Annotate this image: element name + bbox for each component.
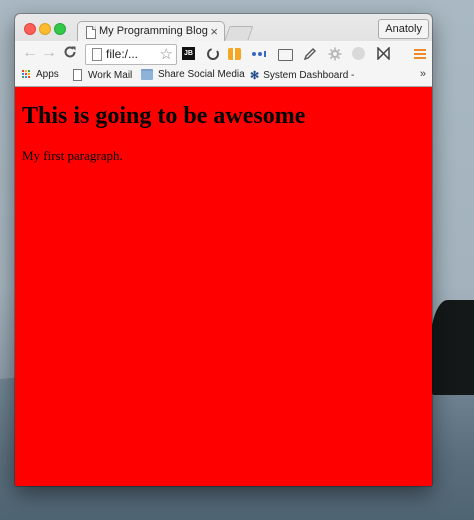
document-icon — [73, 69, 82, 81]
tab-strip: My Programming Blog × Anatoly — [15, 14, 432, 42]
bookmark-work-mail[interactable]: Work Mail — [73, 69, 132, 81]
back-arrow-icon[interactable]: ← — [22, 45, 38, 61]
menu-bar — [414, 53, 426, 55]
bookmark-share-social-media[interactable]: Share Social Media — [141, 69, 245, 80]
gear-glyph — [328, 47, 341, 60]
pencil-glyph — [303, 47, 316, 60]
gift-icon[interactable] — [228, 48, 241, 60]
bookmark-system-dashboard[interactable]: ✻ System Dashboard - — [250, 69, 354, 82]
page-paragraph: My first paragraph. — [22, 148, 123, 163]
forward-arrow-icon[interactable]: → — [41, 45, 57, 61]
dots-icon[interactable] — [250, 46, 270, 61]
bookmark-star-icon[interactable]: ☆ — [160, 45, 173, 63]
tab-my-programming-blog[interactable]: My Programming Blog × — [77, 21, 225, 42]
circle-icon[interactable] — [352, 47, 365, 60]
bookmark-label: Share Social Media — [158, 69, 245, 80]
window-minimize-button[interactable] — [39, 23, 51, 35]
dots-glyph — [252, 50, 266, 57]
pencil-icon[interactable] — [302, 46, 317, 61]
page-favicon-icon — [86, 26, 96, 39]
bookmark-label: Work Mail — [88, 69, 133, 81]
browser-chrome: My Programming Blog × Anatoly ← → file:/… — [15, 14, 432, 87]
profile-button[interactable]: Anatoly — [378, 19, 429, 39]
bookmarks-overflow-icon[interactable]: » — [420, 68, 426, 80]
browser-window: My Programming Blog × Anatoly ← → file:/… — [15, 14, 432, 486]
toolbar: ← → file:/... ☆ JB — [15, 41, 432, 66]
address-bar[interactable]: file:/... ☆ — [85, 44, 177, 65]
menu-bar — [414, 49, 426, 51]
window-maximize-button[interactable] — [54, 23, 66, 35]
reload-icon[interactable] — [63, 45, 77, 63]
hamburger-icon[interactable] — [414, 49, 426, 59]
sync-icon[interactable] — [205, 46, 220, 61]
bookmarks-bar: Apps Work Mail Share Social Media ✻ Syst… — [15, 66, 432, 86]
page-heading: This is going to be awesome — [22, 103, 306, 129]
gear-icon[interactable] — [327, 46, 342, 61]
bowtie-icon[interactable] — [376, 46, 391, 61]
bookmark-label: System Dashboard - — [263, 70, 355, 81]
background-whale-tail — [430, 300, 474, 395]
bookmark-apps[interactable]: Apps — [22, 69, 59, 80]
bowtie-glyph — [377, 47, 390, 60]
bookmark-label: Apps — [36, 69, 59, 80]
sync-glyph — [206, 47, 219, 60]
tab-close-icon[interactable]: × — [210, 24, 218, 39]
reload-glyph — [64, 46, 76, 58]
apps-grid-icon — [22, 70, 31, 79]
page-content: This is going to be awesome My first par… — [15, 87, 432, 486]
tab-title: My Programming Blog — [99, 25, 208, 37]
jetbrains-icon[interactable]: JB — [182, 47, 195, 60]
system-icon: ✻ — [250, 70, 260, 82]
folder-icon — [141, 69, 153, 80]
new-tab-button[interactable] — [224, 26, 254, 40]
cast-icon[interactable] — [278, 49, 293, 61]
page-icon — [92, 48, 102, 61]
window-close-button[interactable] — [24, 23, 36, 35]
menu-bar — [414, 57, 426, 59]
address-text: file:/... — [106, 47, 139, 61]
